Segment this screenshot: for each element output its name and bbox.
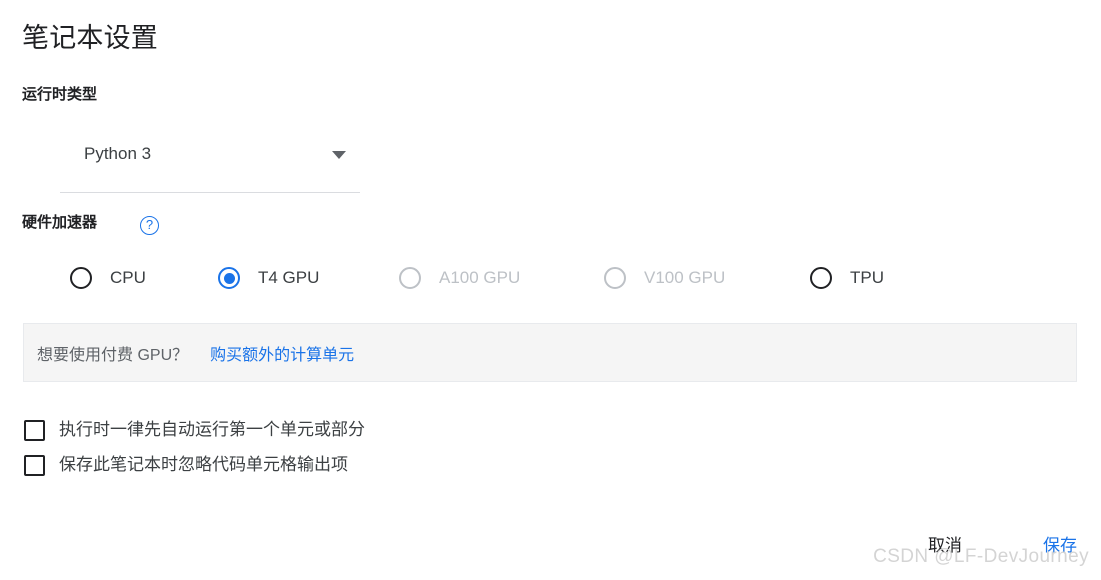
chevron-down-icon: [332, 151, 346, 159]
radio-option-tpu[interactable]: TPU: [810, 255, 884, 301]
buy-compute-units-link[interactable]: 购买额外的计算单元: [210, 341, 354, 365]
radio-option-a100-gpu: A100 GPU: [399, 255, 520, 301]
radio-mark-a100-gpu: [399, 267, 421, 289]
runtime-type-label: 运行时类型: [22, 86, 98, 103]
radio-label-v100-gpu: V100 GPU: [644, 268, 726, 287]
radio-label-t4-gpu: T4 GPU: [258, 268, 320, 287]
checkbox-mark-autorun-first-cell: [24, 419, 45, 441]
radio-option-cpu[interactable]: CPU: [70, 255, 146, 301]
checkbox-autorun-first-cell[interactable]: 执行时一律先自动运行第一个单元或部分: [24, 418, 365, 442]
dialog-footer: 取消 保存: [0, 528, 1101, 580]
select-underline: [60, 192, 360, 193]
page-title: 笔记本设置: [22, 23, 158, 53]
checkbox-label-autorun-first-cell: 执行时一律先自动运行第一个单元或部分: [59, 420, 365, 439]
paid-gpu-banner-text: 想要使用付费 GPU？: [37, 346, 189, 364]
radio-mark-cpu: [70, 267, 92, 289]
checkbox-label-omit-code-cell-output: 保存此笔记本时忽略代码单元格输出项: [59, 455, 348, 474]
radio-label-a100-gpu: A100 GPU: [439, 268, 521, 287]
radio-option-v100-gpu: V100 GPU: [604, 255, 725, 301]
runtime-type-value: Python 3: [84, 144, 152, 163]
checkbox-mark-omit-code-cell-output: [24, 454, 45, 476]
radio-mark-tpu: [810, 267, 832, 289]
cancel-button[interactable]: 取消: [920, 528, 970, 564]
checkbox-omit-code-cell-output[interactable]: 保存此笔记本时忽略代码单元格输出项: [24, 453, 348, 477]
notebook-settings-dialog: 笔记本设置 运行时类型 Python 3 硬件加速器 ? CPU T4 GPU …: [0, 0, 1101, 580]
radio-mark-v100-gpu: [604, 267, 626, 289]
hardware-accelerator-options: CPU T4 GPU A100 GPU V100 GPU TPU: [0, 255, 1101, 303]
save-button[interactable]: 保存: [1035, 528, 1085, 564]
paid-gpu-banner: 想要使用付费 GPU？ 购买额外的计算单元: [23, 323, 1077, 382]
radio-label-cpu: CPU: [110, 268, 146, 287]
radio-option-t4-gpu[interactable]: T4 GPU: [218, 255, 319, 301]
radio-label-tpu: TPU: [850, 268, 884, 287]
hardware-accelerator-label: 硬件加速器: [22, 214, 98, 231]
runtime-type-select[interactable]: Python 3: [60, 135, 360, 193]
radio-mark-t4-gpu: [218, 267, 240, 289]
help-circle-icon[interactable]: ?: [140, 216, 159, 235]
